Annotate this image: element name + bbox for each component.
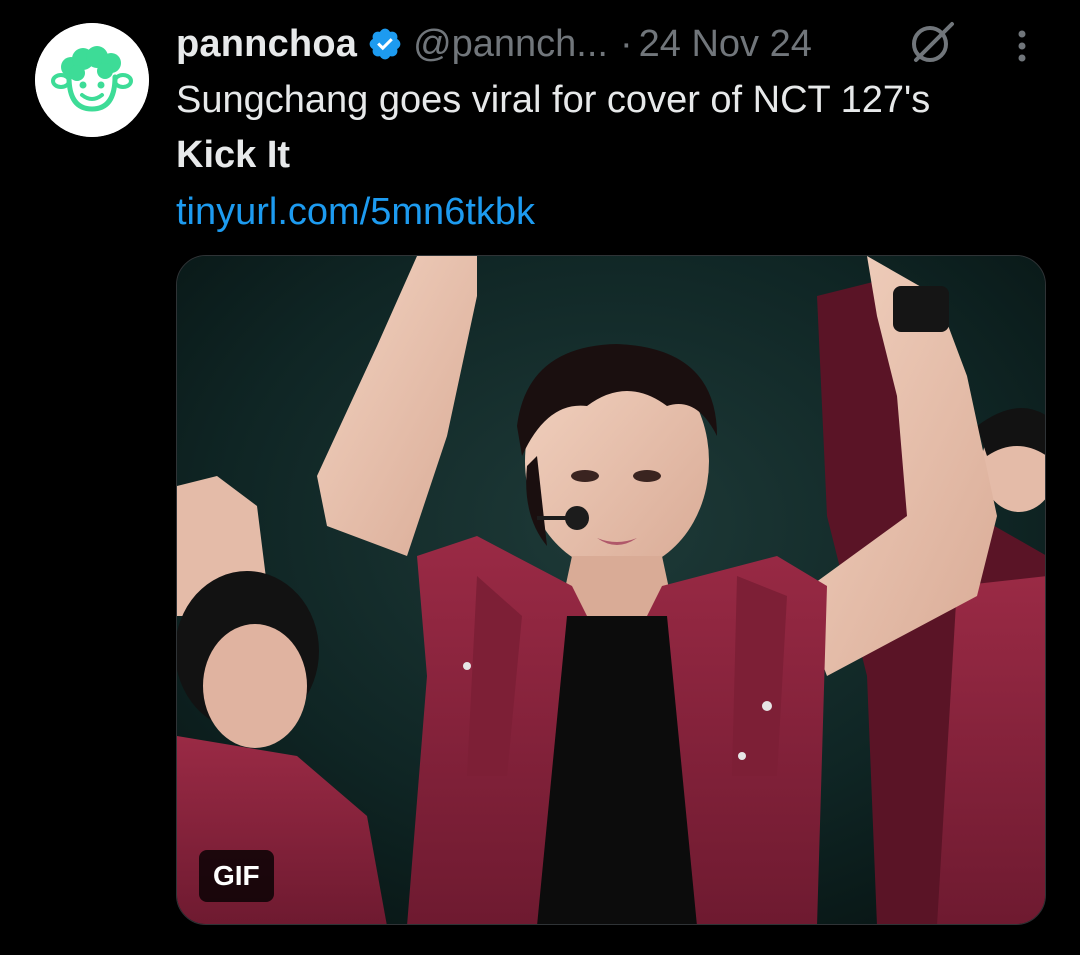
avatar[interactable] bbox=[35, 23, 149, 137]
more-vertical-icon[interactable] bbox=[1004, 24, 1040, 68]
author-name[interactable]: pannchoa bbox=[176, 23, 357, 66]
verified-badge-icon bbox=[367, 26, 403, 62]
performance-image bbox=[177, 256, 1045, 924]
gif-badge: GIF bbox=[199, 850, 274, 902]
sheep-smiley-logo bbox=[35, 23, 149, 137]
tweet-text-line-1: Sungchang goes viral for cover of NCT 12… bbox=[176, 79, 931, 121]
tweet[interactable]: pannchoa @pannch... · 24 Nov 24 Sungchan… bbox=[0, 0, 1080, 955]
tweet-date[interactable]: 24 Nov 24 bbox=[639, 23, 812, 66]
author-handle[interactable]: @pannch... bbox=[413, 23, 608, 66]
tweet-link[interactable]: tinyurl.com/5mn6tkbk bbox=[176, 187, 535, 237]
grok-icon[interactable] bbox=[906, 16, 958, 68]
tweet-text-line-2: Kick It bbox=[176, 134, 291, 176]
tweet-header: pannchoa @pannch... · 24 Nov 24 bbox=[176, 18, 812, 70]
separator-dot: · bbox=[619, 22, 633, 65]
tweet-media-gif[interactable]: GIF bbox=[176, 255, 1046, 925]
